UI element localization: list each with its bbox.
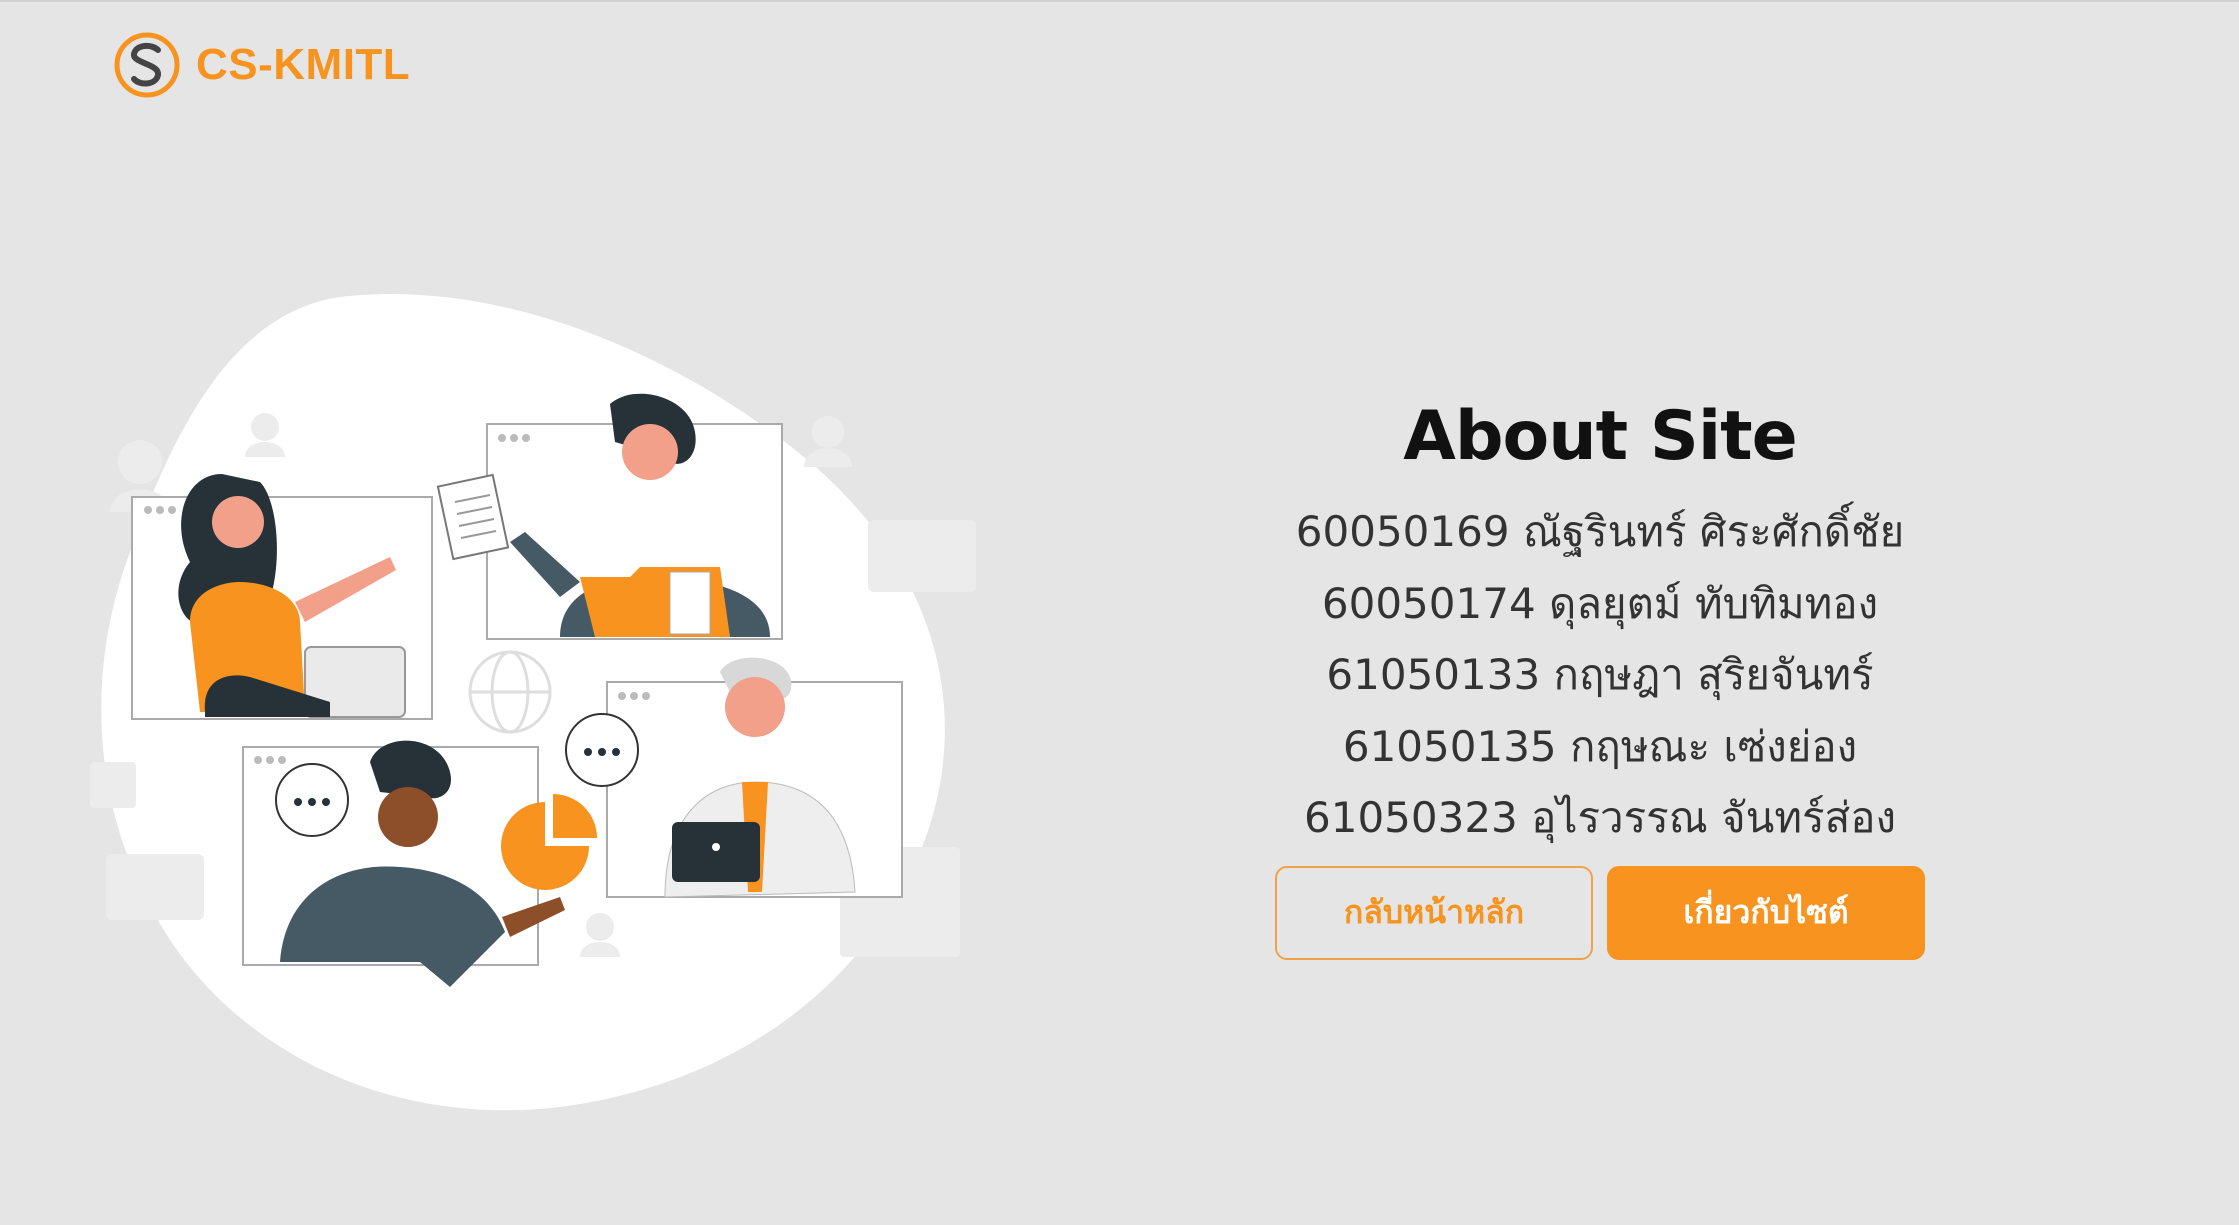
action-buttons: กลับหน้าหลัก เกี่ยวกับไซต์ [1230, 865, 1970, 960]
member-item: 60050169 ณัฐรินทร์ ศิระศักดิ์ชัย [1295, 507, 1905, 556]
about-section: About Site 60050169 ณัฐรินทร์ ศิระศักดิ์… [1230, 397, 1970, 960]
remote-team-video-call-illustration [90, 294, 976, 1111]
member-item: 61050323 อุไรวรรณ จันทร์ส่อง [1304, 793, 1896, 842]
brand-name: CS-KMITL [196, 40, 411, 89]
about-site-button[interactable]: เกี่ยวกับไซต์ [1607, 865, 1925, 960]
member-list: 60050169 ณัฐรินทร์ ศิระศักดิ์ชัย 6005017… [1230, 496, 1970, 854]
member-item: 61050135 กฤษณะ เซ่งย่อง [1342, 721, 1858, 771]
member-item: 60050174 ดุลยุตม์ ทับทิมทอง [1321, 578, 1879, 628]
brand-logo[interactable]: CS-KMITL [112, 30, 410, 100]
member-item: 61050133 กฤษฎา สุริยจันทร์ [1326, 650, 1874, 699]
s-swirl-logo-icon [114, 32, 180, 98]
home-button[interactable]: กลับหน้าหลัก [1275, 865, 1593, 960]
page-title: About Site [1403, 397, 1798, 476]
